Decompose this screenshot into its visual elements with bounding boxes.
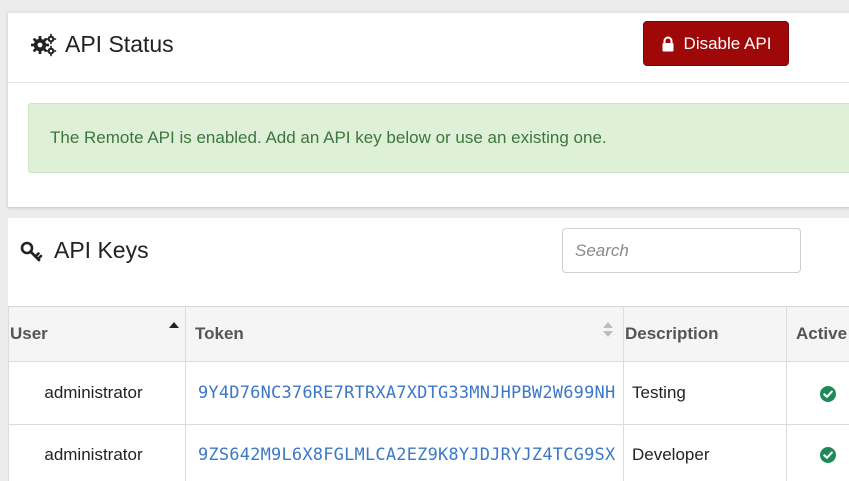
disable-api-label: Disable API [683, 33, 772, 53]
column-header-token[interactable]: Token [185, 306, 624, 362]
column-header-user[interactable]: User [8, 306, 186, 362]
search-input[interactable] [562, 228, 801, 273]
sort-ascending-icon [169, 322, 179, 328]
table-header-row: User Token Description Active [8, 306, 849, 362]
column-header-description-label: Description [625, 324, 719, 343]
sort-icon [603, 322, 613, 338]
check-circle-icon [820, 447, 836, 464]
user-cell: administrator [8, 361, 186, 425]
token-link[interactable]: 9Y4D76NC376RE7RTRXA7XDTG33MNJHPBW2W699NH [185, 361, 624, 425]
api-enabled-alert: The Remote API is enabled. Add an API ke… [28, 103, 849, 173]
column-header-user-label: User [10, 324, 48, 343]
page: API Status Disable API The Remote API is… [0, 0, 849, 481]
api-status-title: API Status [65, 31, 174, 57]
api-status-header: API Status Disable API [8, 13, 849, 83]
api-keys-title: API Keys [54, 237, 149, 263]
table-row[interactable]: administrator 9ZS642M9L6X8FGLMLCA2EZ9K8Y… [8, 424, 849, 481]
column-header-active-label: Active [796, 324, 848, 343]
column-header-description[interactable]: Description [623, 306, 787, 362]
description-cell: Testing [623, 361, 787, 425]
api-keys-table: User Token Description Active administra… [8, 306, 849, 481]
description-cell: Developer [623, 424, 787, 481]
check-circle-icon [820, 385, 836, 402]
api-keys-heading: API Keys [20, 237, 149, 264]
column-header-token-label: Token [195, 324, 244, 343]
active-cell [786, 424, 849, 481]
gears-icon [30, 32, 58, 58]
alert-text: The Remote API is enabled. Add an API ke… [50, 128, 607, 147]
column-header-active[interactable]: Active [786, 306, 849, 362]
key-icon [20, 240, 46, 262]
table-row[interactable]: administrator 9Y4D76NC376RE7RTRXA7XDTG33… [8, 361, 849, 425]
user-cell: administrator [8, 424, 186, 481]
active-cell [786, 361, 849, 425]
token-link[interactable]: 9ZS642M9L6X8FGLMLCA2EZ9K8YJDJRYJZ4TCG9SX [185, 424, 624, 481]
api-keys-panel: API Keys User Token Description [8, 218, 849, 481]
api-status-heading: API Status [30, 31, 174, 58]
api-status-panel: API Status Disable API The Remote API is… [8, 12, 849, 207]
lock-icon [661, 36, 675, 52]
disable-api-button[interactable]: Disable API [643, 21, 789, 66]
